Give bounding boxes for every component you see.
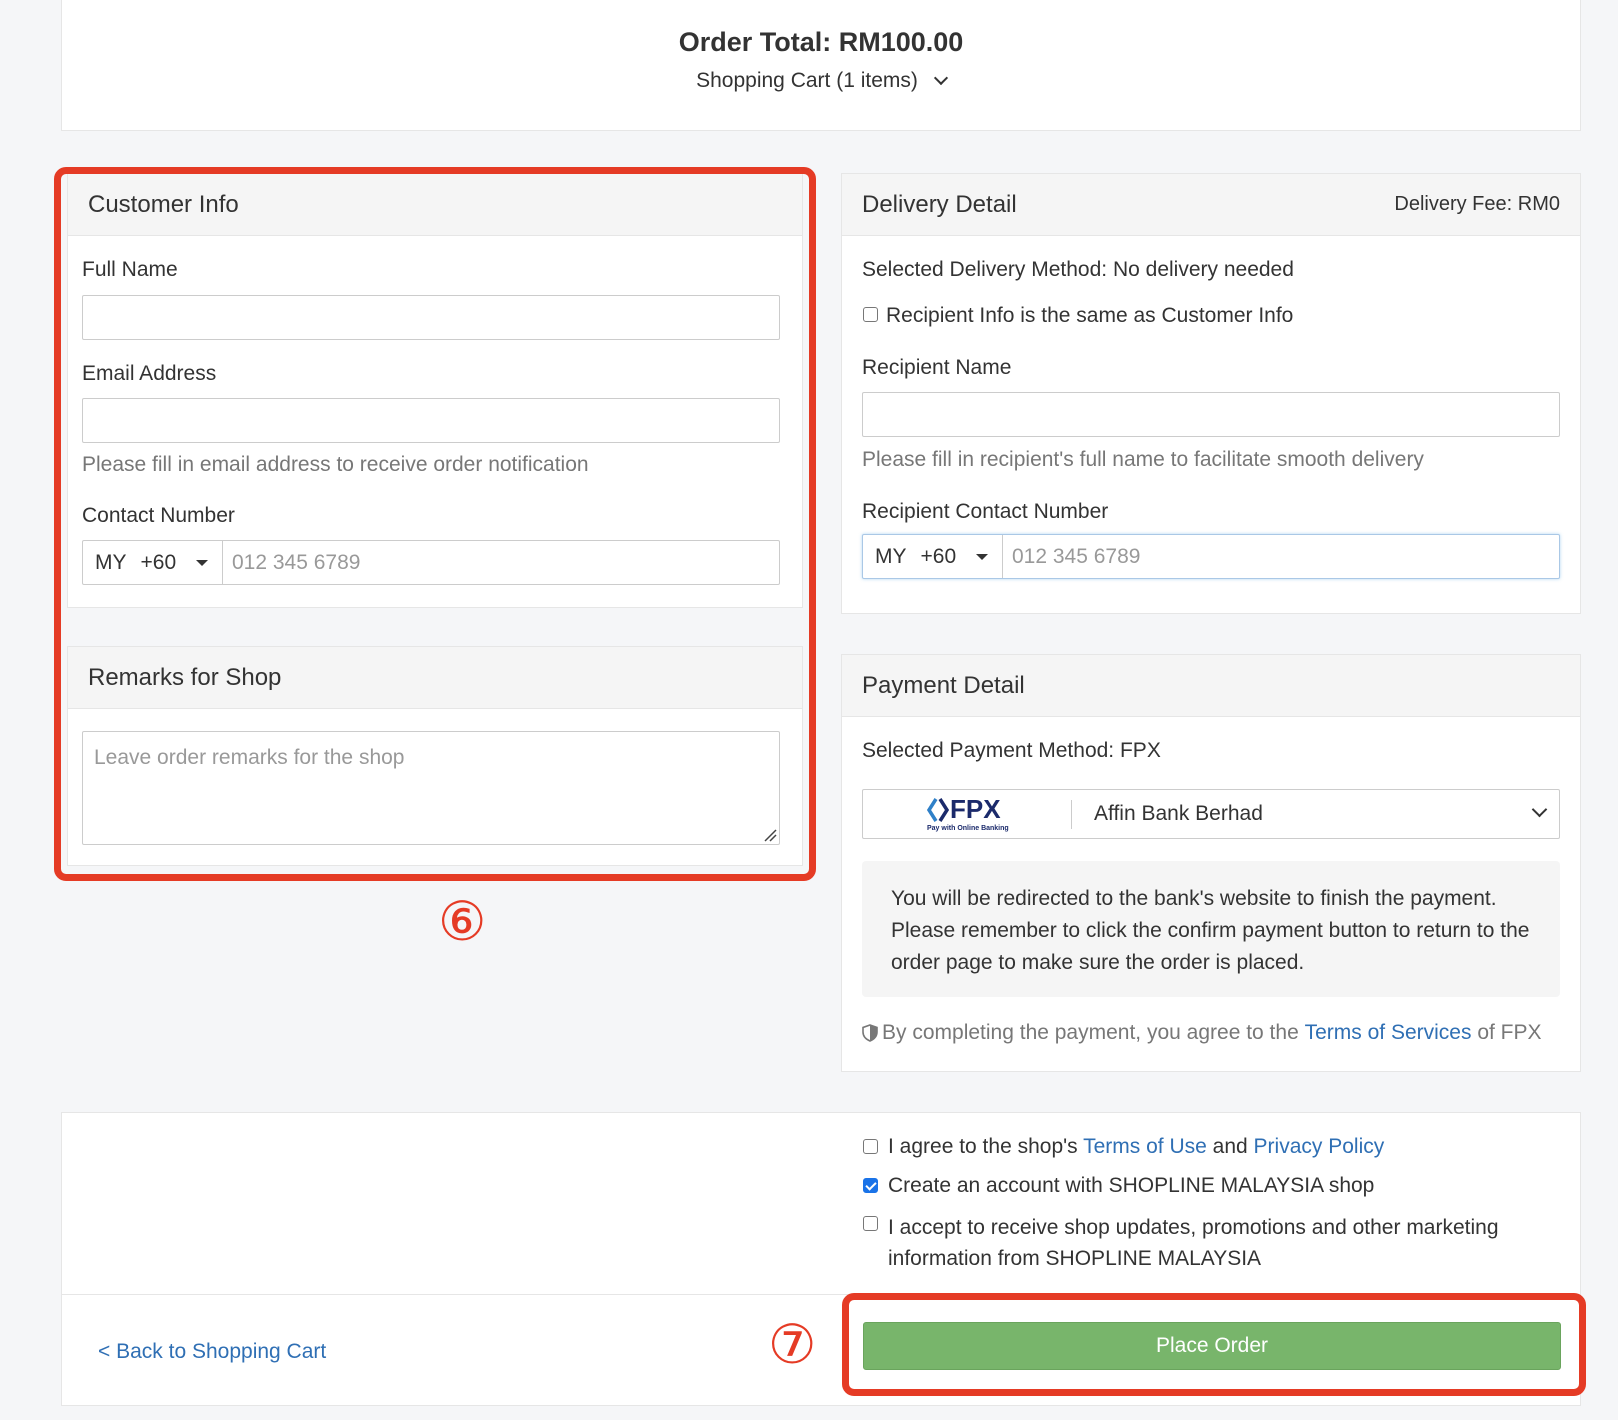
logo-divider xyxy=(1071,800,1072,829)
privacy-policy-link[interactable]: Privacy Policy xyxy=(1254,1135,1385,1158)
step-6-marker: ⑥ xyxy=(438,892,487,952)
redirect-notice-box: You will be redirected to the bank's web… xyxy=(862,861,1560,997)
order-total: Order Total: RM100.00 xyxy=(678,27,964,57)
delivery-method-text: Selected Delivery Method: No delivery ne… xyxy=(862,258,1294,281)
same-as-customer-checkbox[interactable] xyxy=(863,307,878,322)
create-account-checkbox[interactable] xyxy=(863,1178,878,1193)
delivery-detail-header: Delivery Detail Delivery Fee: RM0 xyxy=(842,174,1580,236)
customer-info-highlight xyxy=(54,167,816,881)
shopping-cart-toggle[interactable]: Shopping Cart (1 items) xyxy=(62,69,1580,93)
fpx-terms-link[interactable]: Terms of Services xyxy=(1305,1021,1472,1045)
delivery-fee: Delivery Fee: RM0 xyxy=(1394,193,1560,215)
fpx-agreement: By completing the payment, you agree to … xyxy=(862,1021,1542,1045)
bank-select[interactable]: FPX Pay with Online Banking Affin Bank B… xyxy=(862,789,1560,839)
payment-method-text: Selected Payment Method: FPX xyxy=(862,739,1161,762)
recipient-name-help: Please fill in recipient's full name to … xyxy=(862,448,1424,471)
recipient-country-code: MY xyxy=(875,544,907,568)
shopping-cart-label: Shopping Cart (1 items) xyxy=(696,69,918,92)
step-7-marker: ⑦ xyxy=(768,1315,817,1375)
fpx-chevrons-icon xyxy=(927,798,949,822)
delivery-detail-panel: Delivery Detail Delivery Fee: RM0 Select… xyxy=(841,173,1581,614)
terms-and: and xyxy=(1212,1135,1248,1158)
recipient-contact-label: Recipient Contact Number xyxy=(862,500,1109,523)
same-as-customer-label[interactable]: Recipient Info is the same as Customer I… xyxy=(886,304,1293,328)
terms-prefix: I agree to the shop's xyxy=(888,1135,1078,1158)
order-summary-panel: Order Total: RM100.00 Shopping Cart (1 i… xyxy=(61,0,1581,131)
recipient-name-input[interactable] xyxy=(862,392,1560,437)
terms-of-use-link[interactable]: Terms of Use xyxy=(1083,1135,1207,1158)
delivery-detail-title: Delivery Detail xyxy=(862,190,1017,218)
terms-consent: I agree to the shop's Terms of Use and P… xyxy=(888,1135,1384,1159)
fpx-logo-subtext: Pay with Online Banking xyxy=(927,825,1009,832)
recipient-country-code-select[interactable]: MY +60 xyxy=(863,535,1003,578)
redirect-notice-text: You will be redirected to the bank's web… xyxy=(891,887,1530,974)
place-order-highlight xyxy=(842,1293,1586,1396)
shield-icon xyxy=(862,1024,878,1042)
caret-down-icon xyxy=(976,553,989,560)
recipient-contact-input[interactable]: 012 345 6789 xyxy=(1003,545,1140,569)
payment-detail-panel: Payment Detail Selected Payment Method: … xyxy=(841,654,1581,1072)
recipient-name-label: Recipient Name xyxy=(862,356,1012,379)
payment-detail-header: Payment Detail xyxy=(842,655,1580,717)
fpx-agreement-prefix: By completing the payment, you agree to … xyxy=(882,1021,1299,1044)
chevron-down-icon xyxy=(933,70,948,86)
recipient-contact-field: MY +60 012 345 6789 xyxy=(862,534,1560,579)
bank-selected: Affin Bank Berhad xyxy=(1094,802,1263,825)
create-account-label[interactable]: Create an account with SHOPLINE MALAYSIA… xyxy=(888,1174,1374,1198)
recipient-dial-code: +60 xyxy=(920,544,957,568)
chevron-down-icon xyxy=(1531,801,1548,818)
terms-checkbox[interactable] xyxy=(863,1139,878,1154)
back-to-cart-link[interactable]: < Back to Shopping Cart xyxy=(98,1340,326,1364)
marketing-label[interactable]: I accept to receive shop updates, promot… xyxy=(888,1212,1528,1274)
fpx-agreement-suffix: of FPX xyxy=(1477,1021,1542,1044)
payment-detail-title: Payment Detail xyxy=(862,671,1025,699)
fpx-logo: FPX Pay with Online Banking xyxy=(927,795,1017,833)
marketing-checkbox[interactable] xyxy=(863,1216,878,1231)
fpx-logo-text: FPX xyxy=(950,794,1001,824)
